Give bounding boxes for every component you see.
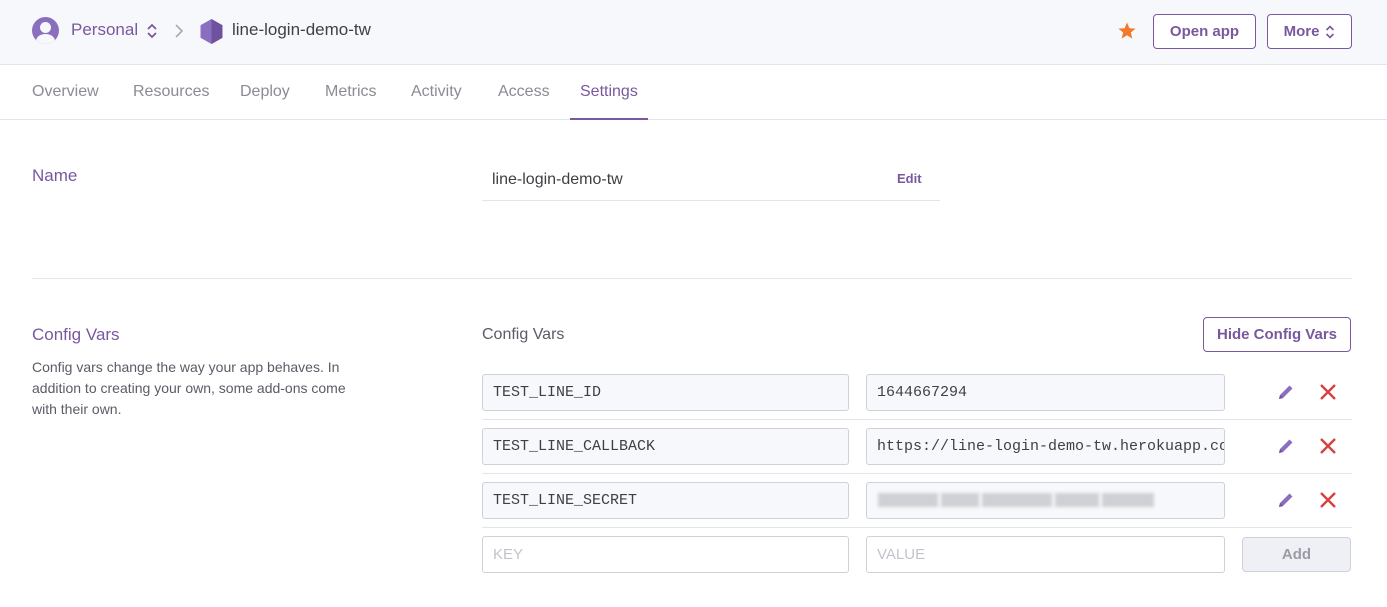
name-divider	[482, 200, 940, 201]
edit-pencil-icon[interactable]	[1276, 436, 1296, 456]
tab-settings[interactable]: Settings	[580, 65, 638, 120]
team-name[interactable]: Personal	[71, 20, 138, 40]
edit-pencil-icon[interactable]	[1276, 490, 1296, 510]
redacted-value	[878, 490, 1178, 510]
row-divider	[482, 527, 1352, 528]
favorite-star-icon[interactable]	[1117, 21, 1137, 41]
app-hexagon-icon	[200, 19, 223, 44]
tab-resources[interactable]: Resources	[133, 65, 209, 120]
app-tabs: Overview Resources Deploy Metrics Activi…	[0, 65, 1387, 120]
delete-x-icon[interactable]	[1318, 382, 1338, 402]
name-section-title: Name	[32, 166, 78, 185]
section-divider	[32, 278, 1352, 279]
config-vars-section-title: Config Vars	[32, 325, 120, 344]
delete-x-icon[interactable]	[1318, 436, 1338, 456]
config-vars-description: Config vars change the way your app beha…	[32, 359, 346, 417]
app-header: Personal line-login-demo-tw Open app Mor…	[0, 0, 1387, 65]
add-config-var-button[interactable]: Add	[1242, 537, 1351, 572]
config-var-value-field[interactable]: https://line-login-demo-tw.herokuapp.com	[866, 428, 1225, 465]
app-name-value: line-login-demo-tw	[492, 171, 623, 188]
tab-deploy[interactable]: Deploy	[240, 65, 290, 120]
config-var-key-field[interactable]: TEST_LINE_SECRET	[482, 482, 849, 519]
chevron-updown-icon	[1326, 24, 1335, 39]
more-button-label: More	[1283, 23, 1320, 40]
row-divider	[482, 473, 1352, 474]
edit-name-button[interactable]: Edit	[897, 171, 922, 186]
open-app-button[interactable]: Open app	[1153, 14, 1256, 49]
edit-pencil-icon[interactable]	[1276, 382, 1296, 402]
tab-overview[interactable]: Overview	[32, 65, 99, 120]
app-name[interactable]: line-login-demo-tw	[232, 20, 371, 40]
tab-activity[interactable]: Activity	[411, 65, 462, 120]
team-avatar-icon[interactable]	[32, 17, 59, 44]
breadcrumb-chevron-icon	[175, 24, 184, 38]
config-var-key-field[interactable]: TEST_LINE_CALLBACK	[482, 428, 849, 465]
config-vars-subheading: Config Vars	[482, 326, 565, 343]
hide-config-vars-button[interactable]: Hide Config Vars	[1203, 317, 1351, 352]
tab-metrics[interactable]: Metrics	[325, 65, 377, 120]
team-switcher-icon[interactable]	[146, 23, 158, 39]
new-value-input[interactable]	[866, 536, 1225, 573]
delete-x-icon[interactable]	[1318, 490, 1338, 510]
config-var-key-field[interactable]: TEST_LINE_ID	[482, 374, 849, 411]
tab-access[interactable]: Access	[498, 65, 550, 120]
row-divider	[482, 419, 1352, 420]
new-key-input[interactable]	[482, 536, 849, 573]
config-var-value-field[interactable]: 1644667294	[866, 374, 1225, 411]
more-button[interactable]: More	[1267, 14, 1352, 49]
active-tab-indicator	[570, 118, 648, 120]
